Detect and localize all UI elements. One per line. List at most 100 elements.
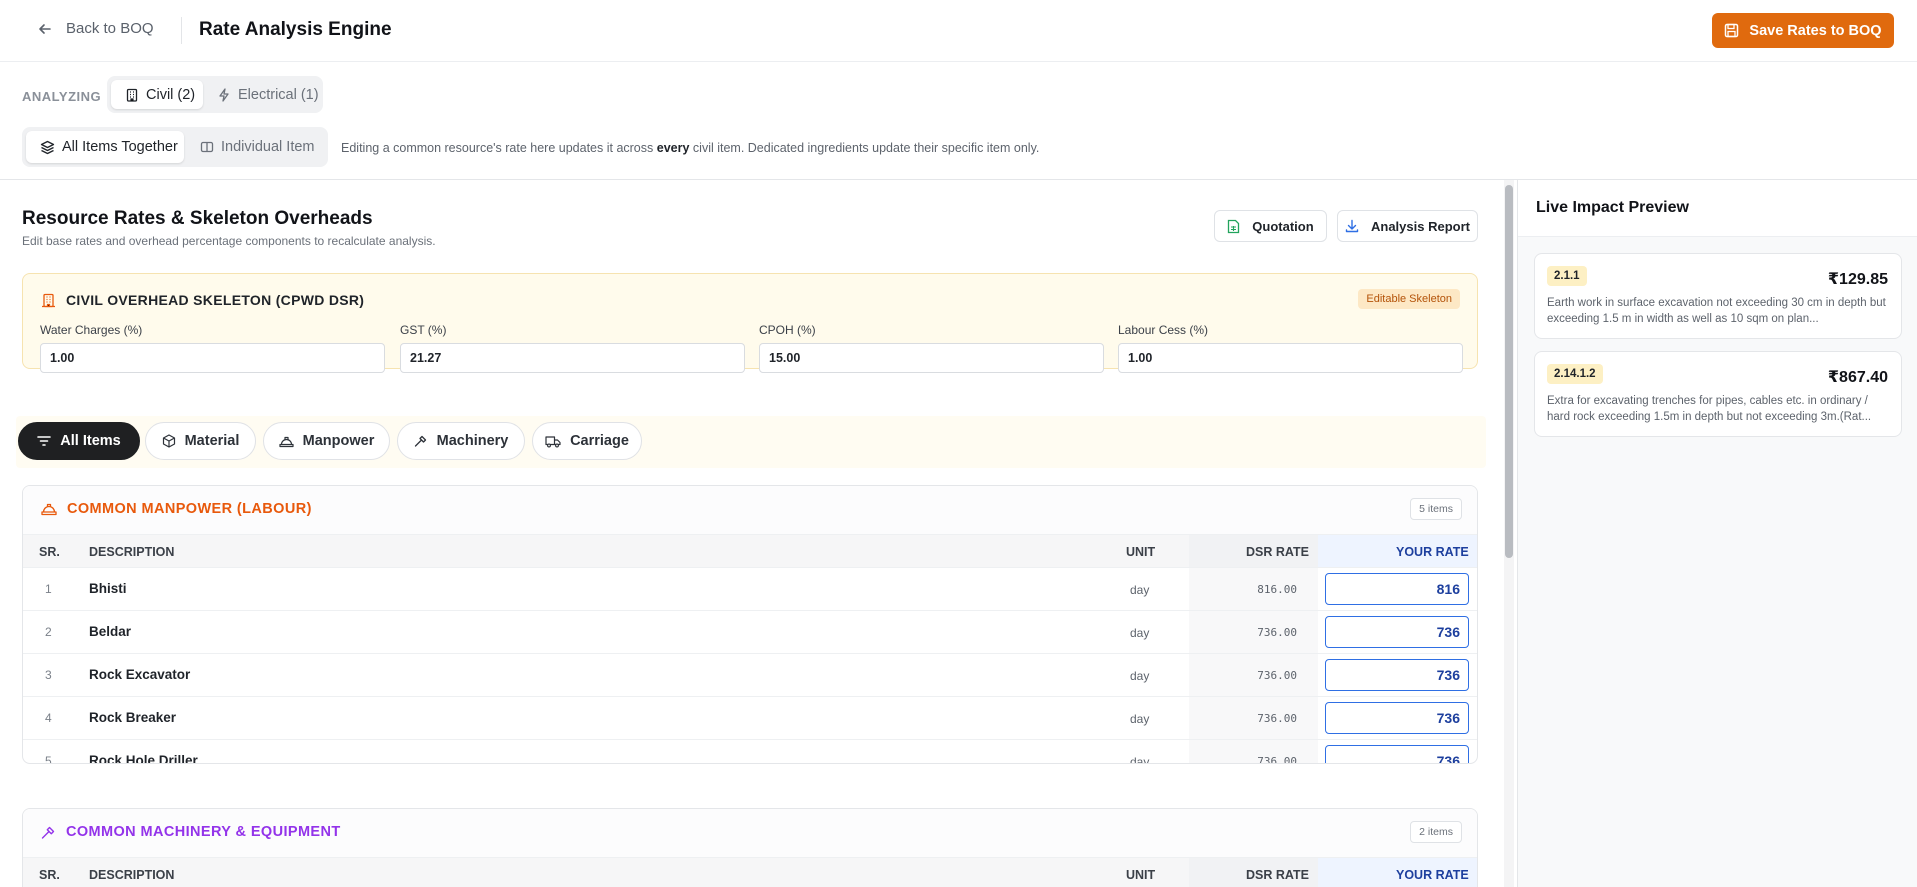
download-icon [1345, 219, 1359, 233]
mode-all-items-label: All Items Together [62, 139, 178, 155]
filter-machinery[interactable]: Machinery [397, 422, 525, 460]
truck-icon [545, 435, 561, 448]
table-row: 5 Rock Hole Driller day 736.00 736 [23, 740, 1477, 763]
machinery-count-badge: 2 items [1410, 821, 1462, 843]
analyzing-label: ANALYZING [22, 89, 102, 104]
resource-filter-bar: All Items Material Manpower Machinery Ca… [16, 416, 1486, 468]
cube-icon [162, 434, 176, 448]
manpower-title: COMMON MANPOWER (LABOUR) [41, 501, 312, 517]
arrow-left-icon [38, 22, 52, 36]
skeleton-title: CIVIL OVERHEAD SKELETON (CPWD DSR) [41, 292, 364, 308]
your-rate-input[interactable]: 736 [1325, 702, 1469, 734]
your-rate-input[interactable]: 736 [1325, 616, 1469, 648]
item-amount: ₹867.40 [1827, 369, 1888, 386]
table-row: 2 Beldar day 736.00 736 [23, 611, 1477, 654]
item-amount: ₹129.85 [1827, 271, 1888, 288]
tab-electrical[interactable]: Electrical (1) [203, 80, 319, 109]
mode-individual-label: Individual Item [221, 139, 315, 155]
your-rate-input[interactable]: 736 [1325, 659, 1469, 691]
quotation-button[interactable]: Quotation [1214, 210, 1327, 242]
tab-civil-label: Civil (2) [146, 86, 196, 103]
impact-preview-panel: Live Impact Preview 2.1.1 ₹129.85 Earth … [1518, 180, 1917, 887]
analysis-report-button[interactable]: Analysis Report [1337, 210, 1478, 242]
col-unit: UNIT [1126, 545, 1156, 559]
col-your-rate: YOUR RATE [1396, 868, 1469, 882]
col-sr: SR. [39, 868, 60, 882]
impact-item-card[interactable]: 2.1.1 ₹129.85 Earth work in surface exca… [1534, 253, 1902, 339]
manpower-card-header: COMMON MANPOWER (LABOUR) 5 items [23, 486, 1477, 534]
top-bar: Back to BOQ Rate Analysis Engine Save Ra… [0, 0, 1917, 62]
save-rates-button[interactable]: Save Rates to BOQ [1712, 13, 1894, 48]
your-rate-input[interactable]: 816 [1325, 573, 1469, 605]
mode-toggle: All Items Together Individual Item [22, 127, 328, 167]
hammer-icon [414, 434, 428, 448]
spreadsheet-icon [1227, 219, 1240, 234]
page-title: Rate Analysis Engine [199, 19, 392, 40]
header-divider [181, 17, 182, 44]
main-scrollbar-thumb[interactable] [1505, 185, 1513, 558]
overhead-skeleton-card: CIVIL OVERHEAD SKELETON (CPWD DSR) Edita… [22, 273, 1478, 373]
analysis-report-label: Analysis Report [1371, 218, 1470, 234]
split-icon [200, 140, 214, 154]
gst-input[interactable]: 21.27 [400, 343, 745, 373]
water-charges-field: Water Charges (%) 1.00 [40, 323, 385, 373]
col-your-rate: YOUR RATE [1396, 545, 1469, 559]
manpower-card: COMMON MANPOWER (LABOUR) 5 items SR. DES… [22, 485, 1478, 764]
machinery-table-header: SR. DESCRIPTION UNIT DSR RATE YOUR RATE [23, 857, 1477, 887]
filter-material[interactable]: Material [145, 422, 256, 460]
table-row: 3 Rock Excavator day 736.00 736 [23, 654, 1477, 697]
table-row: 1 Bhisti day 816.00 816 [23, 568, 1477, 611]
item-description: Extra for excavating trenches for pipes,… [1547, 395, 1872, 423]
filter-carriage[interactable]: Carriage [532, 422, 642, 460]
main-panel: Resource Rates & Skeleton Overheads Edit… [0, 180, 1502, 887]
hardhat-icon [279, 435, 294, 448]
discipline-tabs: Civil (2) Electrical (1) [107, 76, 323, 113]
col-description: DESCRIPTION [89, 545, 175, 559]
building-icon [41, 293, 56, 308]
water-charges-input[interactable]: 1.00 [40, 343, 385, 373]
lightning-icon [217, 87, 231, 102]
tab-civil[interactable]: Civil (2) [111, 80, 203, 109]
col-description: DESCRIPTION [89, 868, 175, 882]
save-label: Save Rates to BOQ [1749, 22, 1882, 39]
col-dsr-rate: DSR RATE [1246, 868, 1309, 882]
item-code-badge: 2.14.1.2 [1547, 364, 1603, 384]
quotation-label: Quotation [1252, 218, 1314, 234]
filter-manpower[interactable]: Manpower [263, 422, 390, 460]
item-description: Earth work in surface excavation not exc… [1547, 297, 1886, 325]
editable-skeleton-badge: Editable Skeleton [1358, 289, 1460, 309]
filter-icon [37, 435, 52, 447]
col-dsr-rate: DSR RATE [1246, 545, 1309, 559]
impact-header: Live Impact Preview [1518, 180, 1917, 237]
mode-all-items[interactable]: All Items Together [26, 131, 184, 163]
back-to-boq-link[interactable]: Back to BOQ [38, 20, 154, 37]
your-rate-input[interactable]: 736 [1325, 745, 1469, 763]
layers-icon [40, 140, 55, 155]
impact-title: Live Impact Preview [1536, 199, 1689, 216]
manpower-count-badge: 5 items [1410, 498, 1462, 520]
col-sr: SR. [39, 545, 60, 559]
building-icon [125, 88, 139, 102]
labour-cess-input[interactable]: 1.00 [1118, 343, 1463, 373]
impact-item-card[interactable]: 2.14.1.2 ₹867.40 Extra for excavating tr… [1534, 351, 1902, 437]
save-icon [1724, 23, 1739, 38]
machinery-card: COMMON MACHINERY & EQUIPMENT 2 items SR.… [22, 808, 1478, 887]
machinery-title: COMMON MACHINERY & EQUIPMENT [41, 824, 341, 840]
col-unit: UNIT [1126, 868, 1156, 882]
back-label: Back to BOQ [66, 20, 154, 37]
cpoh-input[interactable]: 15.00 [759, 343, 1104, 373]
item-code-badge: 2.1.1 [1547, 266, 1587, 286]
hardhat-icon [41, 502, 57, 516]
gst-field: GST (%) 21.27 [400, 323, 745, 373]
filter-all-items[interactable]: All Items [18, 422, 140, 460]
mode-help-text: Editing a common resource's rate here up… [341, 141, 1040, 155]
cpoh-field: CPOH (%) 15.00 [759, 323, 1104, 373]
resources-subtitle: Edit base rates and overhead percentage … [22, 234, 436, 248]
table-row: 4 Rock Breaker day 736.00 736 [23, 697, 1477, 740]
tab-electrical-label: Electrical (1) [238, 86, 319, 103]
labour-cess-field: Labour Cess (%) 1.00 [1118, 323, 1463, 373]
machinery-card-header: COMMON MACHINERY & EQUIPMENT 2 items [23, 809, 1477, 857]
hammer-icon [41, 825, 56, 840]
manpower-table-header: SR. DESCRIPTION UNIT DSR RATE YOUR RATE [23, 534, 1477, 568]
mode-individual[interactable]: Individual Item [186, 131, 324, 163]
